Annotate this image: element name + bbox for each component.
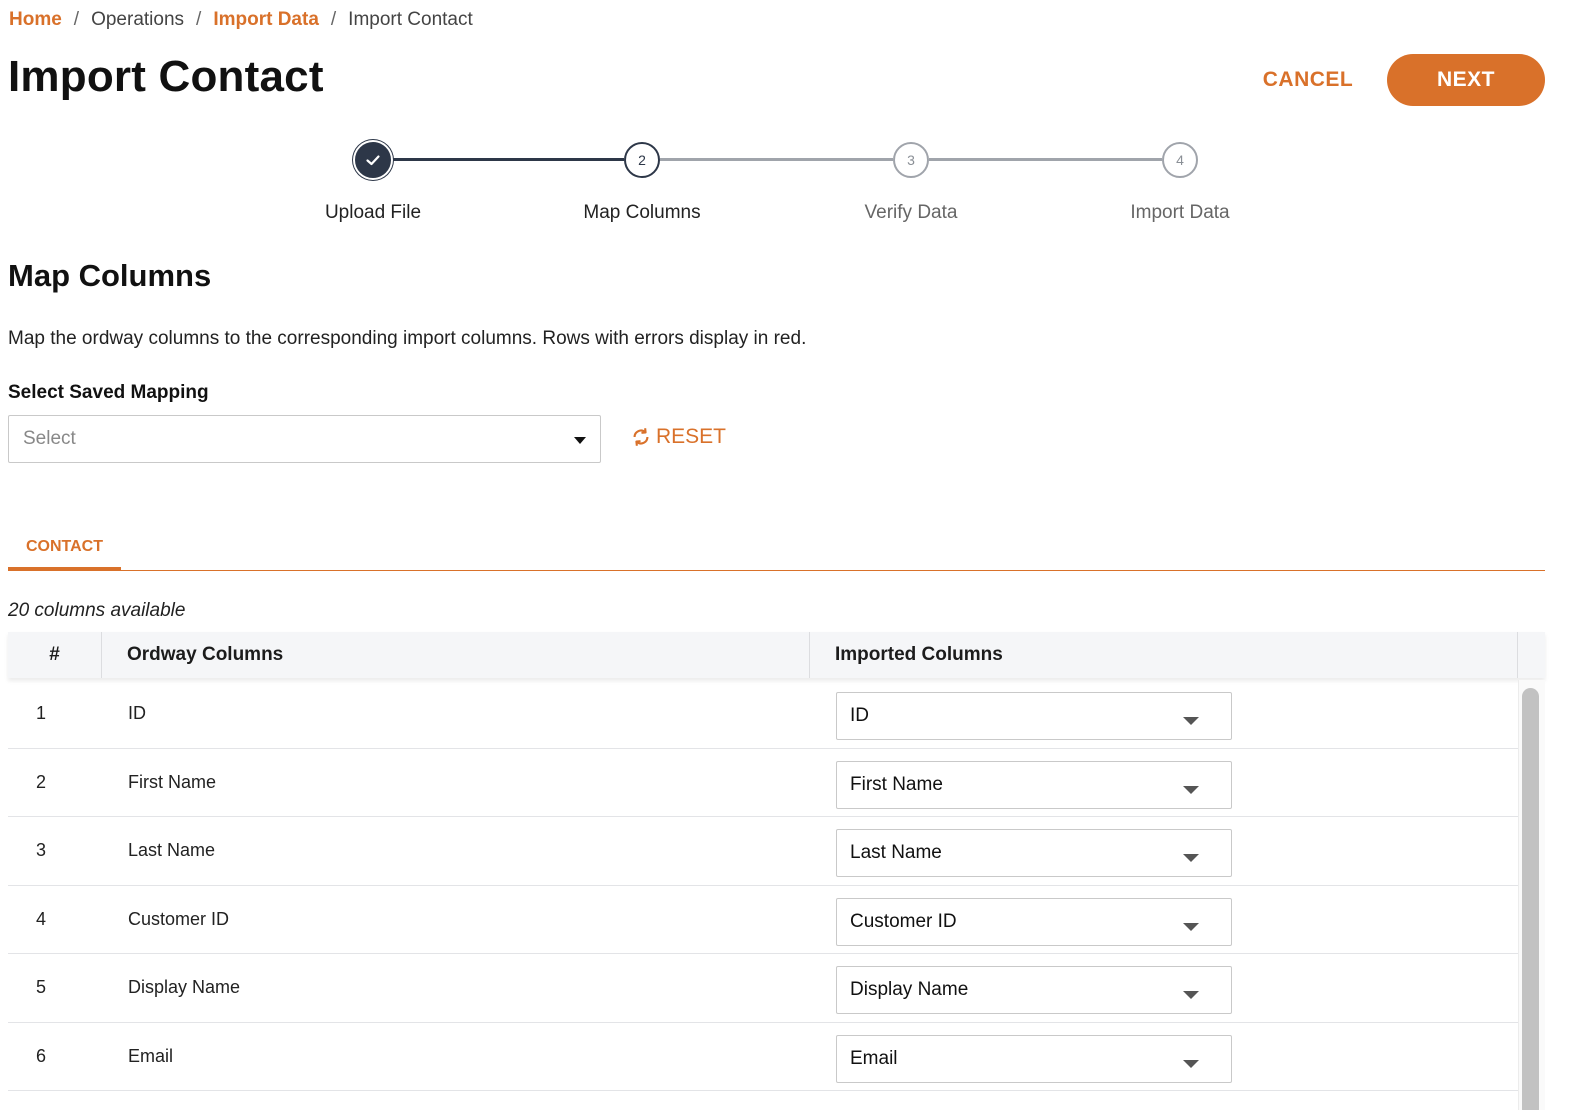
breadcrumb: Home / Operations / Import Data / Import… [9,6,473,34]
table-row: 6 Email Email [8,1023,1518,1091]
caret-down-icon [1183,991,1199,999]
ordway-column-name: Display Name [128,977,241,998]
ordway-column-name: Customer ID [128,908,230,929]
reset-label: RESET [656,425,727,448]
import-stepper: 2 3 4 Upload File Map Columns Verify Dat… [0,0,1586,240]
imported-column-select[interactable]: First Name [836,760,1232,809]
breadcrumb-current: Import Contact [348,9,473,30]
caret-down-icon [1183,922,1199,931]
breadcrumb-separator: / [330,9,337,30]
imported-column-select[interactable]: Last Name [836,829,1232,877]
tab-divider [8,570,1545,571]
table-scrollbar-thumb[interactable] [1522,688,1539,1110]
step-label-map-columns: Map Columns [583,202,701,223]
imported-column-select[interactable]: Display Name [836,966,1232,1014]
imported-column-select[interactable]: Customer ID [836,897,1232,946]
step-1-complete-indicator [355,142,391,178]
step-label-upload-file: Upload File [324,202,422,223]
caret-down-icon [574,437,586,444]
saved-mapping-select[interactable]: Select [8,415,601,463]
imported-column-value: ID [850,705,869,726]
row-number: 5 [35,977,46,998]
row-number: 6 [35,1045,46,1066]
table-body: 1 ID ID 2 First Name First Name 3 Last N… [8,680,1518,1110]
step-4-indicator: 4 [1162,142,1198,178]
breadcrumb-separator: / [196,9,202,30]
saved-mapping-label: Select Saved Mapping [8,382,209,403]
header-ordway-columns: Ordway Columns [102,632,810,678]
row-number: 4 [35,908,46,929]
step-connector-3-4 [929,158,1162,161]
section-title: Map Columns [8,258,212,293]
step-label-verify-data: Verify Data [864,202,958,223]
table-row: 5 Display Name Display Name [8,954,1518,1023]
row-number: 3 [35,840,46,861]
row-number: 1 [35,703,46,724]
ordway-column-name: First Name [128,771,217,792]
saved-mapping-placeholder: Select [23,428,76,449]
tab-contact[interactable]: CONTACT [8,530,121,570]
row-number: 2 [35,771,46,792]
breadcrumb-separator: / [73,9,80,30]
ordway-column-name: Email [128,1045,174,1066]
breadcrumb-home-link[interactable]: Home [9,9,62,31]
step-connector-1-2 [391,158,624,161]
ordway-column-name: ID [128,703,146,724]
breadcrumb-import-data-link[interactable]: Import Data [213,9,319,31]
table-row: 1 ID ID [8,680,1518,749]
columns-available-count: 20 columns available [8,600,186,621]
header-imported-columns: Imported Columns [810,632,1518,678]
step-connector-2-3 [660,158,893,161]
table-header: # Ordway Columns Imported Columns [8,632,1545,678]
next-button[interactable]: NEXT [1387,54,1545,106]
cancel-button[interactable]: CANCEL [1248,58,1368,102]
caret-down-icon [1183,717,1199,725]
imported-column-value: Email [850,1047,898,1069]
refresh-icon [633,428,649,446]
header-number: # [8,632,102,678]
page-title: Import Contact [8,52,324,101]
header-spacer [1518,632,1545,678]
imported-column-value: First Name [850,773,943,795]
caret-down-icon [1183,1059,1199,1068]
imported-column-value: Last Name [850,842,942,863]
caret-down-icon [1183,785,1199,794]
caret-down-icon [1183,854,1199,862]
step-2-indicator: 2 [624,142,660,178]
step-3-indicator: 3 [893,142,929,178]
imported-column-select[interactable]: ID [836,692,1232,740]
table-row: 3 Last Name Last Name [8,817,1518,886]
check-icon [366,155,380,166]
ordway-column-name: Last Name [128,840,216,861]
section-description: Map the ordway columns to the correspond… [8,328,807,349]
table-row: 4 Customer ID Customer ID [8,886,1518,954]
table-row: 2 First Name First Name [8,749,1518,817]
breadcrumb-operations[interactable]: Operations [91,9,184,31]
reset-button[interactable]: RESET [630,420,726,454]
imported-column-value: Display Name [850,979,969,1000]
step-label-import-data: Import Data [1130,202,1230,223]
imported-column-value: Customer ID [850,910,957,932]
imported-column-select[interactable]: Email [836,1034,1232,1083]
